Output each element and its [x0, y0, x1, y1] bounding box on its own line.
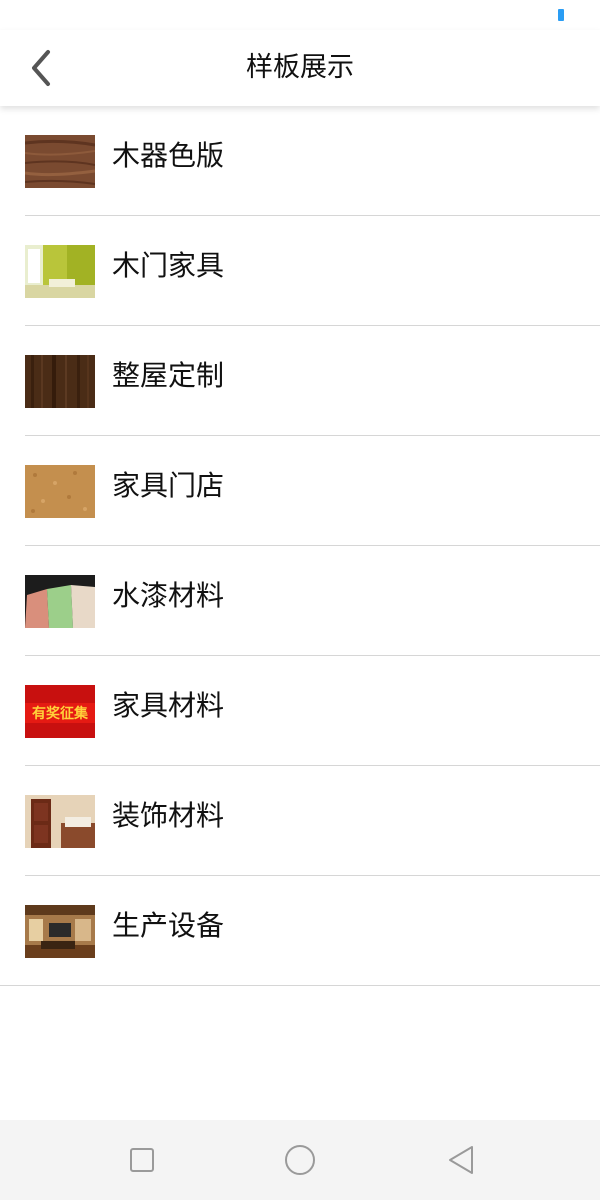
texture-thumbnail — [25, 465, 95, 518]
recent-apps-button[interactable] — [126, 1144, 158, 1176]
app-header: 样板展示 — [0, 30, 600, 106]
list-item-label: 家具门店 — [112, 469, 225, 502]
system-navigation-bar — [0, 1120, 600, 1200]
list-item[interactable]: 水漆材料 — [25, 546, 600, 656]
list-item[interactable]: 生产设备 — [0, 876, 600, 986]
status-indicator-icon — [558, 9, 564, 21]
list-item[interactable]: 整屋定制 — [25, 326, 600, 436]
list-item-label: 整屋定制 — [112, 359, 225, 392]
list-item[interactable]: 木门家具 — [25, 216, 600, 326]
door-bedroom-thumbnail — [25, 795, 95, 848]
list-item[interactable]: 装饰材料 — [25, 766, 600, 876]
list-item[interactable]: 木器色版 — [25, 106, 600, 216]
list-item-label: 家具材料 — [112, 689, 225, 722]
banner-text: 有奖征集 — [32, 705, 89, 722]
nav-back-button[interactable] — [446, 1144, 478, 1176]
list-item-label: 生产设备 — [112, 909, 225, 942]
square-icon — [130, 1148, 154, 1172]
list-item-label: 水漆材料 — [112, 579, 225, 612]
list-item[interactable]: 有奖征集 家具材料 — [25, 656, 600, 766]
page-title: 样板展示 — [246, 52, 354, 83]
dark-wood-thumbnail — [25, 355, 95, 408]
circle-icon — [285, 1145, 315, 1175]
list-item[interactable]: 家具门店 — [25, 436, 600, 546]
status-bar — [0, 0, 600, 30]
list-item-label: 木门家具 — [112, 249, 225, 282]
award-banner-thumbnail: 有奖征集 — [25, 685, 95, 738]
room-interior-thumbnail — [25, 245, 95, 298]
wood-grain-thumbnail — [25, 135, 95, 188]
triangle-back-icon — [449, 1146, 473, 1174]
list-item-label: 装饰材料 — [112, 799, 225, 832]
list-item-label: 木器色版 — [112, 139, 225, 172]
living-room-thumbnail — [25, 905, 95, 958]
home-button[interactable] — [283, 1144, 315, 1176]
paint-panels-thumbnail — [25, 575, 95, 628]
category-list: 木器色版 木门家具 整屋定制 家具门店 水漆材料 有奖征集 家具材料 装饰材料 … — [0, 106, 600, 986]
